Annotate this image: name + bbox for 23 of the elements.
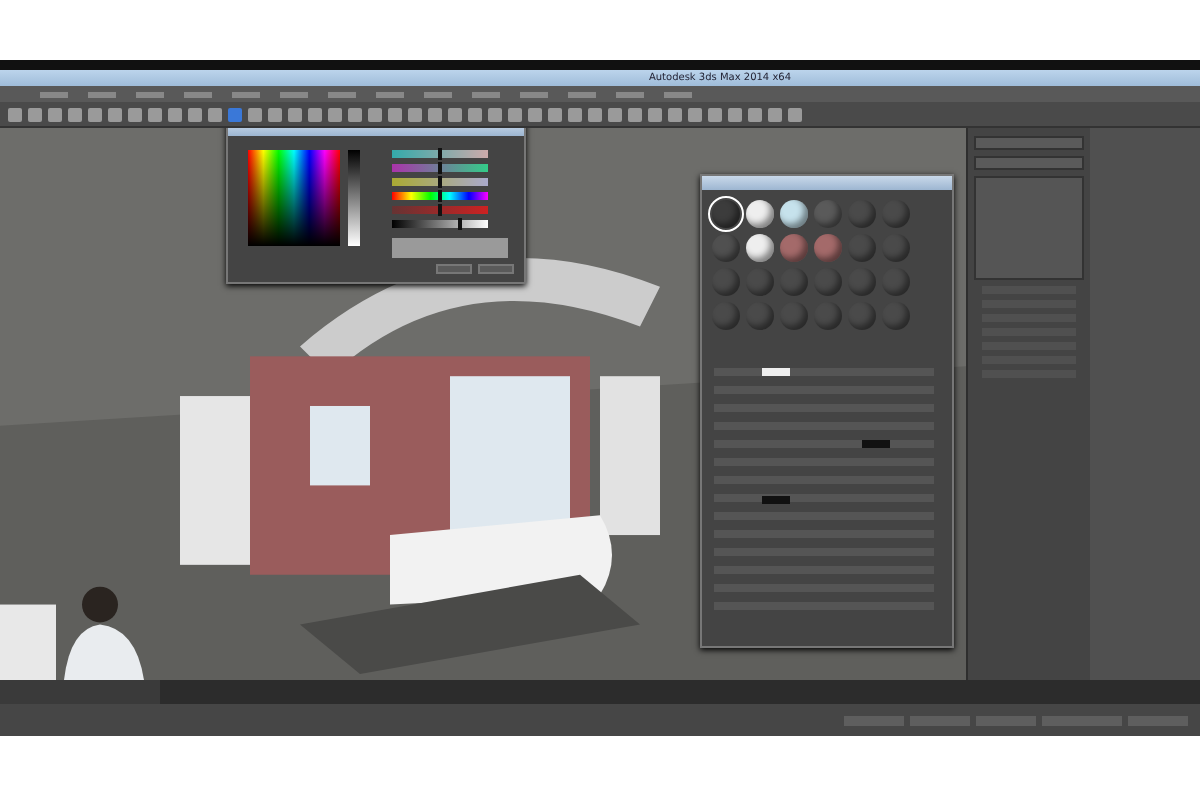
color-field[interactable] bbox=[762, 496, 790, 504]
color-field[interactable] bbox=[862, 440, 890, 448]
color-slider[interactable] bbox=[392, 220, 488, 228]
slider-thumb[interactable] bbox=[457, 218, 462, 230]
material-sample-slot[interactable] bbox=[746, 234, 774, 262]
coordinate-field[interactable] bbox=[910, 715, 970, 725]
color-slider[interactable] bbox=[392, 206, 488, 214]
name-field[interactable] bbox=[974, 136, 1084, 150]
modifier-dropdown[interactable] bbox=[974, 156, 1084, 170]
coordinate-field[interactable] bbox=[844, 715, 904, 725]
material-sample-slot[interactable] bbox=[712, 200, 740, 228]
whiteness-strip[interactable] bbox=[348, 150, 360, 246]
coordinate-field[interactable] bbox=[976, 715, 1036, 725]
color-slider[interactable] bbox=[392, 164, 488, 172]
material-sample-slot[interactable] bbox=[746, 200, 774, 228]
color-field[interactable] bbox=[762, 368, 790, 376]
modifier-stack bbox=[974, 176, 1084, 280]
color-slider[interactable] bbox=[392, 178, 488, 186]
material-sample-slot[interactable] bbox=[780, 200, 808, 228]
color-slider[interactable] bbox=[392, 150, 488, 158]
color-slider[interactable] bbox=[392, 192, 488, 200]
color-swatch bbox=[392, 238, 508, 258]
color-spectrum[interactable] bbox=[248, 150, 340, 246]
